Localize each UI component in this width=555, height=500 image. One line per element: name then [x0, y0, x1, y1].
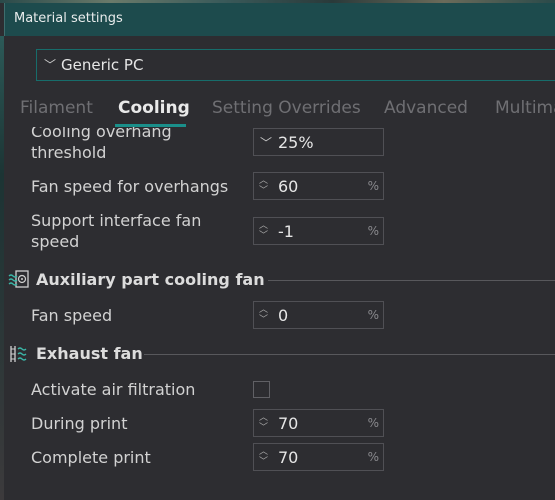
overhang-threshold-combo[interactable]: ﹀ 25%	[253, 128, 384, 156]
auxiliary-fan-section-title: Auxiliary part cooling fan	[36, 270, 265, 289]
settings-tab-bar: Filament Cooling Setting Overrides Advan…	[0, 95, 555, 125]
support-interface-fan-value: -1	[278, 222, 294, 241]
overhang-threshold-label-line2: threshold	[31, 143, 107, 162]
percent-unit: %	[367, 224, 379, 238]
percent-unit: %	[367, 416, 379, 430]
complete-print-label: Complete print	[31, 448, 151, 467]
percent-unit: %	[367, 179, 379, 193]
overhang-threshold-label-line1: Cooling overhang	[31, 127, 172, 141]
during-print-label: During print	[31, 414, 128, 433]
support-interface-fan-label-line2: speed	[31, 232, 80, 251]
during-print-value: 70	[278, 414, 299, 433]
air-filtration-label: Activate air filtration	[31, 380, 196, 399]
spin-buttons[interactable]: ︿ ﹀	[259, 413, 269, 433]
spin-buttons[interactable]: ︿ ﹀	[259, 447, 269, 467]
section-divider	[144, 354, 555, 355]
spin-down-icon[interactable]: ﹀	[259, 458, 268, 467]
spin-up-icon[interactable]: ︿	[259, 177, 268, 186]
complete-print-value: 70	[278, 448, 299, 467]
spin-buttons[interactable]: ︿ ﹀	[259, 176, 269, 196]
spin-down-icon[interactable]: ﹀	[259, 187, 268, 196]
aux-fan-speed-label: Fan speed	[31, 306, 113, 325]
exhaust-fan-icon	[10, 346, 27, 362]
spin-down-icon[interactable]: ﹀	[259, 316, 268, 325]
exhaust-fan-section-title: Exhaust fan	[36, 344, 143, 363]
window-title: Material settings	[14, 11, 123, 26]
chevron-down-icon: ﹀	[44, 58, 57, 72]
chevron-down-icon: ﹀	[260, 136, 273, 150]
tab-multimaterial[interactable]: Multima	[495, 98, 555, 118]
tab-filament[interactable]: Filament	[20, 98, 93, 118]
complete-print-field[interactable]: ︿ ﹀ 70 %	[253, 443, 384, 471]
exhaust-fan-section-header: Exhaust fan	[8, 342, 555, 366]
tab-advanced[interactable]: Advanced	[384, 98, 468, 118]
tab-cooling[interactable]: Cooling	[118, 98, 190, 118]
cooling-settings-panel[interactable]: Cooling overhang threshold ﹀ 25% Fan spe…	[0, 127, 555, 500]
spin-down-icon[interactable]: ﹀	[259, 232, 268, 241]
material-settings-window: Material settings ﹀ Generic PC Filament …	[0, 0, 555, 500]
auxiliary-fan-section-header: Auxiliary part cooling fan	[8, 268, 555, 292]
auxiliary-fan-icon	[8, 270, 29, 288]
section-divider	[268, 280, 555, 281]
title-bar[interactable]: Material settings	[4, 3, 555, 36]
spin-up-icon[interactable]: ︿	[259, 306, 268, 315]
fan-speed-overhangs-value: 60	[278, 177, 299, 196]
spin-down-icon[interactable]: ﹀	[259, 424, 268, 433]
air-filtration-checkbox[interactable]	[253, 381, 270, 398]
support-interface-fan-field[interactable]: ︿ ﹀ -1 %	[253, 217, 384, 245]
material-preset-select[interactable]: ﹀ Generic PC	[36, 49, 555, 81]
spin-up-icon[interactable]: ︿	[259, 448, 268, 457]
spin-buttons[interactable]: ︿ ﹀	[259, 305, 269, 325]
spin-up-icon[interactable]: ︿	[259, 414, 268, 423]
spin-up-icon[interactable]: ︿	[259, 222, 268, 231]
percent-unit: %	[367, 308, 379, 322]
material-preset-value: Generic PC	[61, 56, 144, 74]
tab-setting-overrides[interactable]: Setting Overrides	[212, 98, 361, 118]
overhang-threshold-value: 25%	[278, 133, 314, 152]
aux-fan-speed-value: 0	[278, 306, 289, 325]
spin-buttons[interactable]: ︿ ﹀	[259, 221, 269, 241]
fan-speed-overhangs-label: Fan speed for overhangs	[31, 177, 229, 196]
support-interface-fan-label-line1: Support interface fan	[31, 211, 202, 230]
percent-unit: %	[367, 450, 379, 464]
fan-speed-overhangs-field[interactable]: ︿ ﹀ 60 %	[253, 172, 384, 200]
during-print-field[interactable]: ︿ ﹀ 70 %	[253, 409, 384, 437]
aux-fan-speed-field[interactable]: ︿ ﹀ 0 %	[253, 301, 384, 329]
